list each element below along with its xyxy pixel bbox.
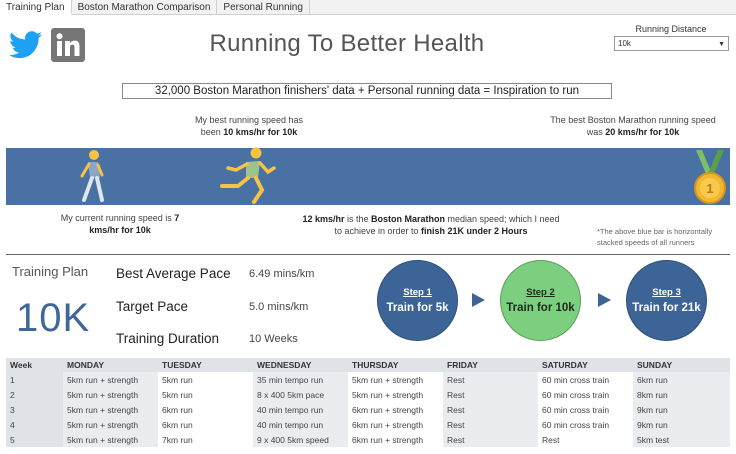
- table-cell: 5km run + strength: [63, 372, 158, 387]
- table-cell: 9km run: [633, 402, 730, 417]
- table-cell: 5km run + strength: [348, 387, 443, 402]
- table-cell: 5km run + strength: [63, 432, 158, 447]
- inspiration-banner: 32,000 Boston Marathon finishers' data +…: [122, 83, 612, 99]
- running-distance-value: 10k: [618, 39, 631, 48]
- table-cell: 9 x 400 5km speed: [253, 432, 348, 447]
- table-row: 3 5km run + strength 6km run 40 min temp…: [6, 402, 730, 417]
- step-1-label: Step 1: [403, 287, 432, 298]
- column-header: WEDNESDAY: [253, 358, 348, 372]
- training-duration-value: 10 Weeks: [249, 333, 298, 345]
- step-1-button[interactable]: Step 1 Train for 5k: [377, 260, 458, 341]
- tab-personal-running[interactable]: Personal Running: [217, 0, 310, 15]
- current-speed-note: My current running speed is 7 kms/hr for…: [60, 213, 180, 235]
- column-header: MONDAY: [63, 358, 158, 372]
- week-cell: 4: [6, 417, 63, 432]
- table-header-row: Week MONDAY TUESDAY WEDNESDAY THURSDAY F…: [6, 358, 730, 372]
- tab-bar: Training Plan Boston Marathon Comparison…: [0, 0, 736, 15]
- step-3-label: Step 3: [652, 287, 681, 298]
- boston-best-speed-value: 20 kms/hr for 10k: [605, 127, 680, 137]
- table-cell: 40 min tempo run: [253, 402, 348, 417]
- step-3-button[interactable]: Step 3 Train for 21k: [626, 260, 707, 341]
- table-cell: Rest: [443, 402, 538, 417]
- running-distance-label: Running Distance: [635, 24, 707, 34]
- table-cell: 6km run + strength: [348, 432, 443, 447]
- step-2-button[interactable]: Step 2 Train for 10k: [500, 260, 581, 341]
- median-speed-note: 12 kms/hr is the Boston Marathon median …: [302, 214, 560, 236]
- table-cell: 5km test: [633, 432, 730, 447]
- boston-best-speed-note: The best Boston Marathon running speed w…: [550, 115, 716, 137]
- table-cell: 8 x 400 5km pace: [253, 387, 348, 402]
- table-cell: Rest: [443, 387, 538, 402]
- target-pace-value: 5.0 mins/km: [249, 301, 309, 313]
- medal-icon: 1: [694, 150, 726, 204]
- table-cell: 60 min cross train: [538, 387, 633, 402]
- week-cell: 3: [6, 402, 63, 417]
- table-cell: 60 min cross train: [538, 372, 633, 387]
- step-1-text: Train for 5k: [386, 302, 449, 314]
- table-cell: 6km run: [633, 372, 730, 387]
- column-header: THURSDAY: [348, 358, 443, 372]
- table-cell: 9km run: [633, 417, 730, 432]
- column-header: SUNDAY: [633, 358, 730, 372]
- week-cell: 1: [6, 372, 63, 387]
- table-cell: 5km run: [158, 372, 253, 387]
- bar-footnote: *The above blue bar is horizontally stac…: [597, 227, 713, 247]
- arrow-right-icon: [472, 293, 485, 307]
- step-2-label: Step 2: [526, 287, 555, 298]
- table-cell: 60 min cross train: [538, 417, 633, 432]
- table-cell: 35 min tempo run: [253, 372, 348, 387]
- tab-boston-marathon-comparison[interactable]: Boston Marathon Comparison: [72, 0, 218, 15]
- week-cell: 5: [6, 432, 63, 447]
- target-pace-label: Target Pace: [116, 299, 189, 314]
- section-divider: [6, 254, 730, 255]
- table-cell: 6km run: [158, 402, 253, 417]
- arrow-right-icon: [598, 293, 611, 307]
- page-title: Running To Better Health: [209, 30, 485, 57]
- table-cell: 5km run + strength: [63, 387, 158, 402]
- table-cell: 40 min tempo run: [253, 417, 348, 432]
- best-speed-note: My best running speed has been 10 kms/hr…: [194, 115, 304, 137]
- table-cell: Rest: [538, 432, 633, 447]
- table-cell: 6km run: [158, 417, 253, 432]
- best-average-pace-label: Best Average Pace: [116, 266, 231, 281]
- table-cell: 5km run + strength: [348, 372, 443, 387]
- table-row: 5 5km run + strength 7km run 9 x 400 5km…: [6, 432, 730, 447]
- table-cell: 6km run + strength: [348, 402, 443, 417]
- column-header: SATURDAY: [538, 358, 633, 372]
- training-schedule-table: Week MONDAY TUESDAY WEDNESDAY THURSDAY F…: [6, 358, 730, 447]
- table-row: 2 5km run + strength 5km run 8 x 400 5km…: [6, 387, 730, 402]
- runner-speed-bar: [6, 148, 730, 205]
- table-cell: 6km run + strength: [348, 417, 443, 432]
- table-cell: 5km run + strength: [63, 417, 158, 432]
- svg-text:1: 1: [706, 181, 713, 196]
- training-distance: 10K: [16, 296, 91, 340]
- step-2-text: Train for 10k: [506, 302, 575, 314]
- best-speed-value: 10 kms/hr for 10k: [223, 127, 298, 137]
- tab-training-plan[interactable]: Training Plan: [0, 0, 72, 15]
- table-cell: 5km run: [158, 387, 253, 402]
- table-row: 4 5km run + strength 6km run 40 min temp…: [6, 417, 730, 432]
- walking-person-icon: [80, 150, 104, 202]
- table-row: 1 5km run + strength 5km run 35 min temp…: [6, 372, 730, 387]
- running-person-icon: [220, 147, 276, 204]
- training-plan-label: Training Plan: [12, 264, 89, 279]
- table-cell: 5km run + strength: [63, 402, 158, 417]
- table-cell: Rest: [443, 432, 538, 447]
- step-3-text: Train for 21k: [632, 302, 701, 314]
- chevron-down-icon: ▼: [718, 41, 725, 48]
- best-average-pace-value: 6.49 mins/km: [249, 268, 315, 280]
- running-distance-select[interactable]: 10k ▼: [614, 36, 729, 51]
- table-cell: 7km run: [158, 432, 253, 447]
- table-cell: 60 min cross train: [538, 402, 633, 417]
- week-cell: 2: [6, 387, 63, 402]
- column-header: FRIDAY: [443, 358, 538, 372]
- column-header: Week: [6, 358, 63, 372]
- column-header: TUESDAY: [158, 358, 253, 372]
- training-duration-label: Training Duration: [116, 331, 220, 346]
- table-cell: Rest: [443, 417, 538, 432]
- table-cell: 8km run: [633, 387, 730, 402]
- table-cell: Rest: [443, 372, 538, 387]
